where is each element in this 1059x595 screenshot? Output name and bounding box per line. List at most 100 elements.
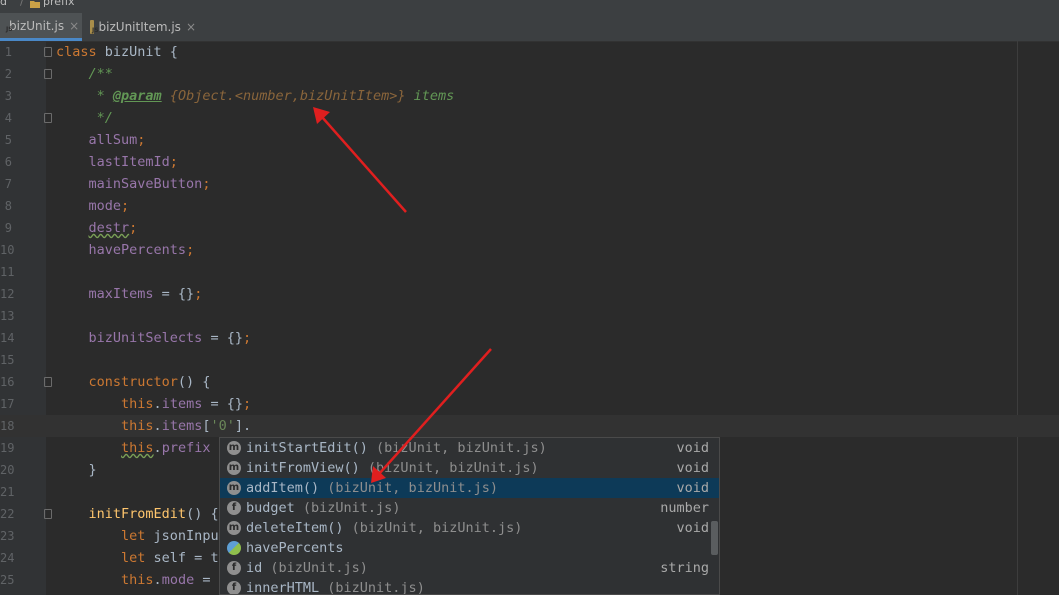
- completion-label: initFromView() (bizUnit, bizUnit.js): [246, 458, 539, 478]
- code-token: ;: [194, 286, 203, 302]
- field-icon: f: [227, 581, 241, 594]
- code-text: havePercents;: [56, 239, 195, 261]
- code-line[interactable]: 17 this.items = {};: [0, 393, 1059, 415]
- completion-item[interactable]: f budget (bizUnit.js) number: [220, 498, 719, 518]
- tab-bizunititem-js[interactable]: bizUnitItem.js ×: [86, 13, 202, 41]
- completion-scrollbar[interactable]: [711, 521, 718, 555]
- code-line[interactable]: 11: [0, 261, 1059, 283]
- code-text: let self = th: [56, 547, 227, 569]
- code-token: .: [153, 572, 162, 588]
- code-token: items: [161, 418, 203, 434]
- breadcrumb-item[interactable]: d: [0, 0, 7, 7]
- editor-tab-bar: bizUnit.js × bizUnitItem.js ×: [0, 13, 1059, 42]
- code-text: this.prefix = ': [56, 437, 243, 459]
- line-number: 18: [0, 419, 15, 433]
- code-token: = {}: [202, 330, 243, 346]
- line-number: 22: [0, 507, 15, 521]
- code-line[interactable]: 5 allSum;: [0, 129, 1059, 151]
- completion-item[interactable]: m deleteItem() (bizUnit, bizUnit.js) void: [220, 518, 719, 538]
- code-line[interactable]: 18 this.items['0'].: [0, 415, 1059, 437]
- completion-item[interactable]: m initStartEdit() (bizUnit, bizUnit.js) vo…: [220, 438, 719, 458]
- tab-bizunit-js[interactable]: bizUnit.js ×: [0, 13, 82, 41]
- code-token: let: [121, 528, 154, 544]
- code-line[interactable]: 7 mainSaveButton;: [0, 173, 1059, 195]
- code-token: () {: [177, 374, 211, 390]
- code-text: mode;: [56, 195, 130, 217]
- code-line[interactable]: 15: [0, 349, 1059, 371]
- breadcrumb-item[interactable]: prefix: [43, 0, 74, 7]
- line-number: 10: [0, 243, 15, 257]
- breadcrumb: d / prefix: [0, 0, 1059, 13]
- completion-name: deleteItem(): [246, 520, 344, 536]
- close-icon[interactable]: ×: [186, 20, 196, 34]
- fold-marker-icon[interactable]: [44, 47, 52, 57]
- code-token: }: [56, 462, 97, 478]
- breadcrumb-separator: /: [20, 0, 24, 8]
- code-token: constructor: [88, 374, 178, 390]
- code-line[interactable]: 4 */: [0, 107, 1059, 129]
- completion-item[interactable]: m initFromView() (bizUnit, bizUnit.js) voi…: [220, 458, 719, 478]
- line-number: 24: [0, 551, 15, 565]
- close-icon[interactable]: ×: [69, 19, 79, 33]
- completion-name: budget: [246, 500, 295, 516]
- code-token: .: [153, 396, 162, 412]
- line-number: 17: [0, 397, 15, 411]
- fold-marker-icon[interactable]: [44, 509, 52, 519]
- completion-source: (bizUnit.js): [262, 560, 368, 576]
- code-token: prefix: [161, 440, 211, 456]
- code-line[interactable]: 12 maxItems = {};: [0, 283, 1059, 305]
- code-token: lastItemId: [88, 154, 170, 170]
- code-line[interactable]: 14 bizUnitSelects = {};: [0, 327, 1059, 349]
- completion-source: (bizUnit, bizUnit.js): [367, 440, 547, 456]
- code-token: jsonInput: [153, 528, 227, 544]
- fold-marker-icon[interactable]: [44, 69, 52, 79]
- code-line[interactable]: 2 /**: [0, 63, 1059, 85]
- code-line[interactable]: 8 mode;: [0, 195, 1059, 217]
- code-line[interactable]: 9 destr;: [0, 217, 1059, 239]
- completion-name: havePercents: [246, 540, 344, 556]
- code-text: }: [56, 459, 97, 481]
- code-line[interactable]: 13: [0, 305, 1059, 327]
- completion-label: initStartEdit() (bizUnit, bizUnit.js): [246, 438, 547, 458]
- fold-marker-icon[interactable]: [44, 377, 52, 387]
- completion-item[interactable]: f id (bizUnit.js) string: [220, 558, 719, 578]
- code-completion-popup[interactable]: m initStartEdit() (bizUnit, bizUnit.js) vo…: [219, 437, 720, 595]
- completion-name: addItem(): [246, 480, 320, 496]
- code-token: '0': [210, 418, 235, 434]
- completion-return-type: void: [676, 440, 709, 456]
- line-number: 25: [0, 573, 15, 587]
- code-text: * @param {Object.<number,bizUnitItem>} i…: [56, 85, 455, 107]
- code-text: initFromEdit() {: [56, 503, 219, 525]
- line-number: 19: [0, 441, 15, 455]
- method-icon: m: [227, 481, 241, 495]
- code-line[interactable]: 3 * @param {Object.<number,bizUnitItem>}…: [0, 85, 1059, 107]
- completion-item[interactable]: f innerHTML (bizUnit.js): [220, 578, 719, 594]
- code-text: let jsonInput: [56, 525, 227, 547]
- method-icon: m: [227, 461, 241, 475]
- line-number: 12: [0, 287, 15, 301]
- line-number: 11: [0, 265, 15, 279]
- completion-name: initStartEdit(): [246, 440, 368, 456]
- code-token: ;: [202, 176, 211, 192]
- code-line[interactable]: 6 lastItemId;: [0, 151, 1059, 173]
- line-number: 9: [4, 221, 12, 235]
- code-line[interactable]: 10 havePercents;: [0, 239, 1059, 261]
- completion-label: havePercents: [246, 538, 344, 558]
- code-text: allSum;: [56, 129, 146, 151]
- code-line[interactable]: 1 class bizUnit {: [0, 41, 1059, 63]
- fold-marker-icon[interactable]: [44, 113, 52, 123]
- code-text: class bizUnit {: [56, 41, 178, 63]
- completion-item[interactable]: m addItem() (bizUnit, bizUnit.js) void: [220, 478, 719, 498]
- completion-item[interactable]: havePercents: [220, 538, 719, 558]
- code-line[interactable]: 16 constructor() {: [0, 371, 1059, 393]
- line-number: 5: [4, 133, 12, 147]
